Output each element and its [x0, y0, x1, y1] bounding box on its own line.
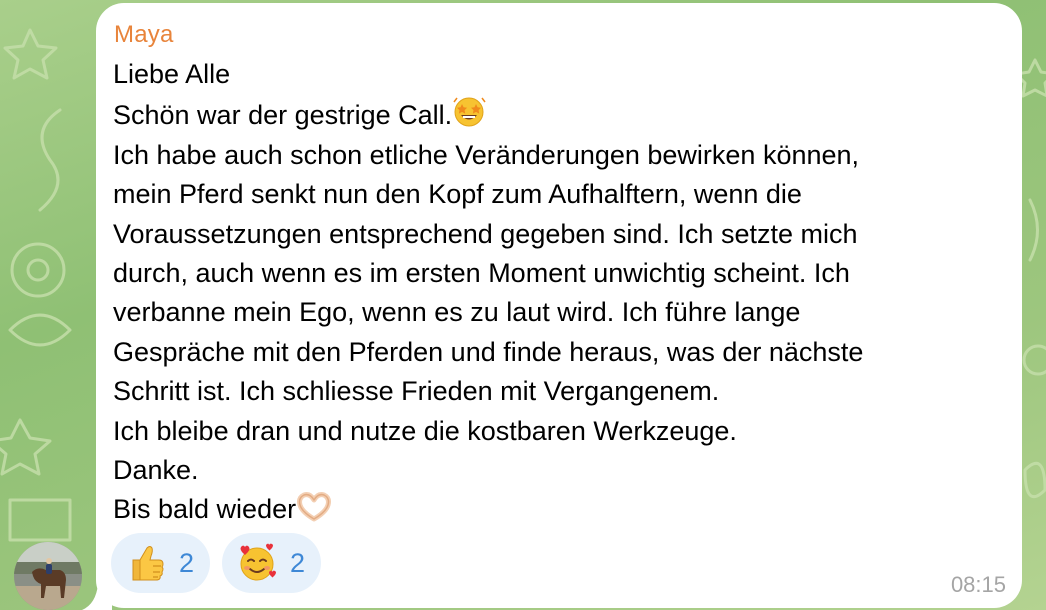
message-line-text: Bis bald wieder — [113, 494, 297, 525]
star-struck-icon — [453, 97, 486, 127]
message-line: Ich habe auch schon etliche Veränderunge… — [113, 139, 860, 170]
reaction-thumbs-up[interactable]: 2 — [111, 533, 211, 593]
message-line: Liebe Alle — [113, 59, 231, 89]
sender-avatar[interactable] — [14, 542, 82, 610]
message-line: mein Pferd senkt nun den Kopf zum Aufhal… — [113, 179, 802, 210]
message-line: durch, auch wenn es im ersten Moment unw… — [113, 258, 850, 289]
reactions-bar: 2 2 — [111, 533, 322, 593]
sender-name[interactable]: Maya — [114, 21, 174, 49]
thumbs-up-icon — [132, 546, 164, 581]
message-text: Liebe Alle Schön war der gestrige Call. … — [113, 55, 993, 530]
message-line: Ich bleibe dran und nutze die kostbaren … — [113, 415, 737, 446]
smiling-face-with-hearts-icon — [240, 543, 277, 581]
avatar-image — [14, 542, 82, 610]
message-line-with-emoji: Bis bald wieder — [113, 490, 993, 529]
reaction-smiling-hearts[interactable]: 2 — [222, 533, 322, 593]
message-line: verbanne mein Ego, wenn es zu laut wird.… — [113, 297, 801, 328]
heart-hands-icon — [297, 492, 332, 522]
message-line: Schritt ist. Ich schliesse Frieden mit V… — [113, 376, 720, 407]
reaction-count: 2 — [290, 547, 306, 578]
message-line: Voraussetzungen entsprechend gegeben sin… — [113, 218, 858, 249]
message-line: Danke. — [113, 455, 199, 486]
reaction-count: 2 — [179, 547, 195, 578]
message-timestamp: 08:15 — [950, 572, 1006, 597]
message-bubble[interactable]: Maya Liebe Alle Schön war der gestrige C… — [96, 3, 1022, 608]
message-line: Gespräche mit den Pferden und finde hera… — [113, 336, 864, 367]
message-line-text: Schön war der gestrige Call. — [113, 100, 453, 131]
message-line-with-emoji: Schön war der gestrige Call. — [113, 94, 993, 135]
